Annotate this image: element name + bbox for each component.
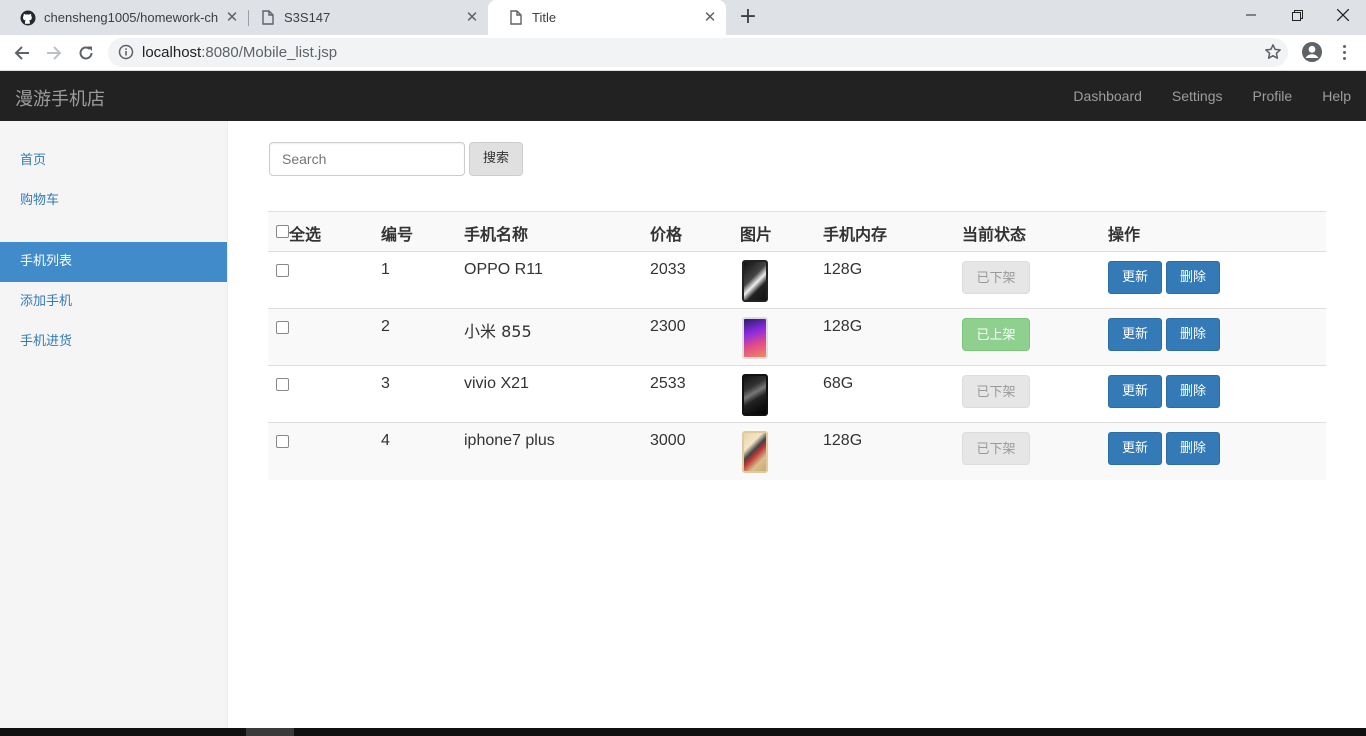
status-badge[interactable]: 已上架 — [962, 318, 1030, 351]
cell-price: 2533 — [650, 375, 686, 392]
navbar-links: Dashboard Settings Profile Help — [1058, 71, 1366, 121]
search-button[interactable]: 搜索 — [469, 142, 523, 176]
cell-name: 小米 855 — [464, 322, 532, 341]
row-checkbox[interactable] — [276, 321, 289, 334]
phone-table: 全选 编号 手机名称 价格 图片 手机内存 当前状态 操作 1 OPPO R11… — [268, 211, 1326, 480]
table-row: 4 iphone7 plus 3000 128G 已下架 更新 删除 — [268, 423, 1326, 480]
cell-id: 2 — [381, 318, 390, 335]
search-input[interactable] — [269, 142, 465, 176]
browser-tab-github[interactable]: chensheng1005/homework-ch ✕ — [0, 0, 248, 35]
row-checkbox[interactable] — [276, 378, 289, 391]
cell-memory: 128G — [823, 318, 863, 335]
browser-toolbar: localhost:8080/Mobile_list.jsp — [0, 35, 1366, 71]
phone-image — [742, 374, 768, 416]
delete-button[interactable]: 删除 — [1166, 318, 1220, 351]
sidebar-item-phone-list[interactable]: 手机列表 — [0, 242, 227, 282]
forward-arrow-icon[interactable] — [40, 39, 68, 67]
sidebar-item-restock[interactable]: 手机进货 — [0, 322, 227, 362]
header-name: 手机名称 — [464, 225, 529, 244]
header-id: 编号 — [381, 225, 414, 244]
nav-dashboard[interactable]: Dashboard — [1058, 71, 1157, 121]
header-image: 图片 — [740, 225, 773, 244]
row-checkbox[interactable] — [276, 435, 289, 448]
header-select-all: 全选 — [289, 225, 322, 244]
select-all-checkbox[interactable] — [276, 225, 289, 238]
cell-price: 3000 — [650, 432, 686, 449]
close-icon[interactable]: ✕ — [464, 9, 480, 25]
new-tab-icon[interactable]: + — [736, 6, 760, 30]
cell-memory: 68G — [823, 375, 854, 392]
tab-label: S3S147 — [284, 10, 331, 25]
nav-settings[interactable]: Settings — [1157, 71, 1238, 121]
browser-tab-title[interactable]: Title ✕ — [488, 0, 726, 35]
status-badge[interactable]: 已下架 — [962, 375, 1030, 408]
update-button[interactable]: 更新 — [1108, 375, 1162, 408]
window-close-icon[interactable] — [1320, 0, 1366, 30]
header-status: 当前状态 — [962, 225, 1027, 244]
profile-avatar-icon[interactable] — [1301, 41, 1323, 67]
table-row: 3 vivio X21 2533 68G 已下架 更新 删除 — [268, 366, 1326, 423]
bookmark-star-icon[interactable] — [1264, 43, 1282, 65]
update-button[interactable]: 更新 — [1108, 261, 1162, 294]
nav-help[interactable]: Help — [1307, 71, 1366, 121]
sidebar-item-home[interactable]: 首页 — [0, 141, 227, 181]
minimize-icon[interactable] — [1228, 0, 1274, 30]
row-checkbox[interactable] — [276, 264, 289, 277]
url-text: localhost:8080/Mobile_list.jsp — [142, 44, 338, 61]
status-badge[interactable]: 已下架 — [962, 261, 1030, 294]
delete-button[interactable]: 删除 — [1166, 375, 1220, 408]
header-memory: 手机内存 — [823, 225, 888, 244]
cell-memory: 128G — [823, 261, 863, 278]
cell-memory: 128G — [823, 432, 863, 449]
restore-icon[interactable] — [1274, 0, 1320, 30]
cell-name: iphone7 plus — [464, 432, 555, 449]
tab-label: Title — [532, 10, 557, 25]
reload-icon[interactable] — [72, 39, 100, 67]
phone-image — [742, 431, 768, 473]
cell-name: OPPO R11 — [464, 261, 543, 278]
nav-profile[interactable]: Profile — [1238, 71, 1308, 121]
cell-id: 1 — [381, 261, 390, 278]
cell-name: vivio X21 — [464, 375, 529, 392]
address-bar[interactable]: localhost:8080/Mobile_list.jsp — [108, 38, 1288, 67]
menu-dots-icon[interactable] — [1337, 41, 1351, 63]
header-price: 价格 — [650, 225, 683, 244]
phone-image — [742, 317, 768, 359]
page-icon — [260, 10, 276, 26]
browser-tab-s3s147[interactable]: S3S147 ✕ — [240, 0, 488, 35]
page-icon — [508, 10, 524, 26]
tab-label: chensheng1005/homework-ch — [44, 10, 219, 25]
header-actions: 操作 — [1108, 225, 1141, 244]
delete-button[interactable]: 删除 — [1166, 261, 1220, 294]
cell-price: 2033 — [650, 261, 686, 278]
update-button[interactable]: 更新 — [1108, 318, 1162, 351]
sidebar-item-cart[interactable]: 购物车 — [0, 181, 227, 221]
table-row: 2 小米 855 2300 128G 已上架 更新 删除 — [268, 309, 1326, 366]
phone-image — [742, 260, 768, 302]
delete-button[interactable]: 删除 — [1166, 432, 1220, 465]
sidebar-item-add-phone[interactable]: 添加手机 — [0, 282, 227, 322]
app-navbar: 漫游手机店 Dashboard Settings Profile Help — [0, 71, 1366, 121]
table-header: 全选 编号 手机名称 价格 图片 手机内存 当前状态 操作 — [268, 212, 1326, 252]
info-icon[interactable] — [118, 44, 134, 64]
brand-logo[interactable]: 漫游手机店 — [15, 85, 105, 111]
cell-price: 2300 — [650, 318, 686, 335]
cell-id: 4 — [381, 432, 390, 449]
sidebar: 首页 购物车 手机列表 添加手机 手机进货 — [0, 121, 228, 728]
cell-id: 3 — [381, 375, 390, 392]
github-icon — [20, 10, 36, 26]
close-icon[interactable]: ✕ — [224, 9, 240, 25]
browser-tabstrip: chensheng1005/homework-ch ✕ S3S147 ✕ Tit… — [0, 0, 1366, 35]
taskbar-item[interactable] — [246, 728, 294, 736]
os-taskbar — [0, 728, 1366, 736]
table-row: 1 OPPO R11 2033 128G 已下架 更新 删除 — [268, 252, 1326, 309]
close-icon[interactable]: ✕ — [702, 9, 718, 25]
update-button[interactable]: 更新 — [1108, 432, 1162, 465]
back-arrow-icon[interactable] — [8, 39, 36, 67]
status-badge[interactable]: 已下架 — [962, 432, 1030, 465]
